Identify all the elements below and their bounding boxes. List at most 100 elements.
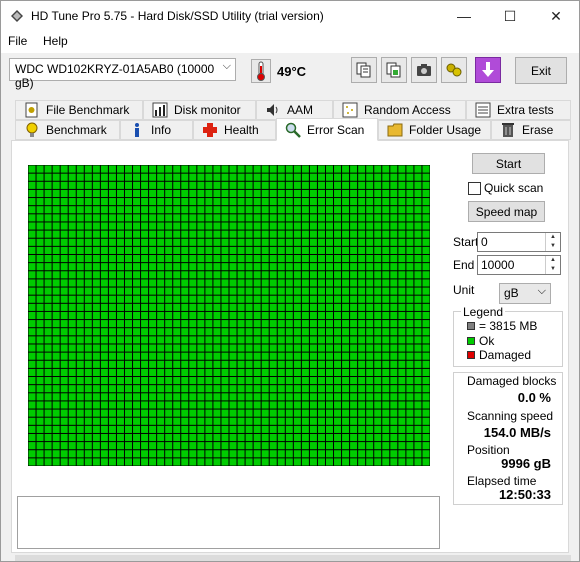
start-input[interactable]: 0 ▲ ▼ (477, 232, 561, 252)
scan-block (293, 385, 301, 393)
scan-block (189, 368, 197, 377)
tab-info[interactable]: Info (120, 120, 193, 140)
screenshot-button[interactable] (411, 57, 437, 83)
scan-block (269, 263, 277, 271)
start-scan-button[interactable]: Start (472, 153, 545, 174)
spin-up-icon[interactable]: ▲ (546, 233, 560, 242)
menu-help[interactable]: Help (43, 34, 68, 48)
scan-block (293, 263, 301, 271)
scan-block (309, 368, 317, 377)
spin-down-icon[interactable]: ▼ (546, 242, 560, 251)
scan-block (44, 246, 52, 254)
scan-block (44, 279, 52, 287)
scan-block (76, 295, 84, 303)
scan-block (350, 320, 358, 328)
tab-aam[interactable]: AAM (256, 100, 333, 120)
drive-select[interactable]: WDC WD102KRYZ-01A5AB0 (10000 gB) ⌵ (9, 58, 236, 90)
scan-block (181, 222, 189, 230)
scan-block (285, 189, 293, 198)
scan-block (237, 328, 245, 336)
exit-button[interactable]: Exit (515, 57, 567, 84)
tab-random-access[interactable]: Random Access (333, 100, 466, 120)
tab-folder-usage[interactable]: Folder Usage (378, 120, 491, 140)
scan-block (28, 165, 36, 173)
quick-scan-checkbox[interactable] (468, 182, 481, 195)
scan-block (293, 442, 301, 450)
tab-extra-tests[interactable]: Extra tests (466, 100, 571, 120)
scan-block (374, 352, 382, 360)
scan-block (414, 417, 422, 425)
unit-select[interactable]: gB ⌵ (499, 283, 551, 304)
tab-file-benchmark[interactable]: File Benchmark (15, 100, 143, 120)
scan-block (406, 417, 414, 425)
scan-block (165, 360, 173, 368)
tab-error-scan[interactable]: Error Scan (276, 118, 378, 141)
scan-block (245, 344, 253, 352)
tab-erase[interactable]: Erase (491, 120, 571, 140)
scan-block (100, 393, 108, 401)
scan-block (221, 165, 229, 173)
scan-block (133, 254, 141, 263)
scan-block (269, 336, 277, 344)
scan-block (44, 368, 52, 377)
scan-block (36, 222, 44, 230)
menu-file[interactable]: File (8, 34, 27, 48)
scan-block (301, 360, 309, 368)
scan-block (165, 442, 173, 450)
copy-image-button[interactable] (381, 57, 407, 83)
end-input[interactable]: 10000 ▲ ▼ (477, 255, 561, 275)
scan-block (229, 458, 237, 466)
scan-block (253, 230, 261, 238)
copy-text-button[interactable] (351, 57, 377, 83)
tab-health[interactable]: Health (193, 120, 276, 140)
scan-block (277, 458, 285, 466)
scan-block (76, 198, 84, 206)
horizontal-scrollbar[interactable] (15, 555, 571, 561)
scan-block (133, 320, 141, 328)
scan-block (269, 352, 277, 360)
scan-block (189, 165, 197, 173)
scan-block (68, 165, 76, 173)
scan-block (398, 271, 406, 279)
scan-block (76, 271, 84, 279)
save-button[interactable] (475, 57, 501, 83)
scan-block (213, 206, 221, 214)
start-spinner[interactable]: ▲ ▼ (545, 233, 560, 251)
scan-block (277, 393, 285, 401)
scan-block (173, 189, 181, 198)
scan-block (68, 344, 76, 352)
scan-block (133, 417, 141, 425)
scan-block (149, 303, 157, 311)
speed-map-button[interactable]: Speed map (468, 201, 545, 222)
spin-up-icon[interactable]: ▲ (546, 256, 560, 265)
options-button[interactable] (441, 57, 467, 83)
scanning-speed-label: Scanning speed (467, 409, 554, 423)
scan-block (237, 271, 245, 279)
scan-block (221, 254, 229, 263)
scan-block (293, 230, 301, 238)
minimize-icon: — (457, 8, 471, 24)
scan-block (406, 320, 414, 328)
scan-block (173, 271, 181, 279)
close-button[interactable]: ✕ (533, 1, 579, 31)
scan-block (261, 246, 269, 254)
scan-block (189, 425, 197, 433)
scan-block (84, 181, 92, 189)
scan-block (165, 254, 173, 263)
spin-down-icon[interactable]: ▼ (546, 265, 560, 274)
scan-block (334, 320, 342, 328)
scan-block (406, 173, 414, 181)
maximize-button[interactable]: ☐ (487, 1, 533, 31)
tab-disk-monitor[interactable]: Disk monitor (143, 100, 256, 120)
scan-block (390, 287, 398, 295)
scan-block (317, 206, 325, 214)
end-spinner[interactable]: ▲ ▼ (545, 256, 560, 274)
tab-benchmark[interactable]: Benchmark (15, 120, 120, 140)
scan-block (205, 311, 213, 320)
scan-block (197, 189, 205, 198)
scan-block (181, 368, 189, 377)
minimize-button[interactable]: — (441, 1, 487, 31)
scan-block (309, 377, 317, 385)
window-title: HD Tune Pro 5.75 - Hard Disk/SSD Utility… (31, 9, 324, 23)
scan-block (277, 303, 285, 311)
